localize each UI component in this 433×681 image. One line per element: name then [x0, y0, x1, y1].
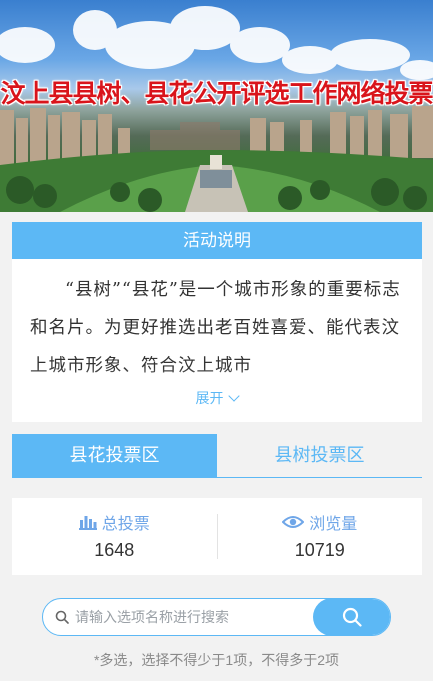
expand-label: 展开: [195, 390, 224, 406]
bar-chart-icon: [78, 516, 97, 530]
total-votes-stat: 总投票 1648: [12, 498, 217, 575]
search-bar: [42, 598, 391, 636]
banner-title: 汶上县县树、县花公开评选工作网络投票: [0, 79, 433, 108]
vote-area-tabs: 县花投票区 县树投票区: [12, 434, 422, 478]
views-label: 浏览量: [309, 516, 358, 533]
search-input[interactable]: [75, 599, 315, 635]
tab-county-tree[interactable]: 县树投票区: [217, 434, 422, 477]
activity-description-text: “县树”“县花”是一个城市形象的重要标志和名片。为更好推选出老百姓喜爱、能代表汶…: [30, 280, 401, 376]
selection-rule-text: *多选，选择不得少于1项，不得多于2项: [93, 652, 340, 668]
eye-icon: [282, 516, 305, 528]
views-value: 10719: [294, 540, 345, 560]
chevron-down-icon: [227, 390, 240, 402]
search-button[interactable]: [313, 599, 390, 635]
total-votes-value: 1648: [94, 540, 135, 560]
search-icon: [55, 610, 69, 624]
expand-button[interactable]: 展开: [0, 388, 433, 408]
views-stat: 浏览量 10719: [218, 498, 423, 575]
stats-panel: 总投票 1648 浏览量 10719: [12, 498, 422, 575]
tab-county-flower[interactable]: 县花投票区: [12, 434, 217, 477]
activity-description-header: 活动说明: [12, 222, 422, 259]
search-icon: [342, 607, 362, 627]
total-votes-label: 总投票: [101, 516, 150, 533]
banner-image: 汶上县县树、县花公开评选工作网络投票: [0, 0, 433, 212]
